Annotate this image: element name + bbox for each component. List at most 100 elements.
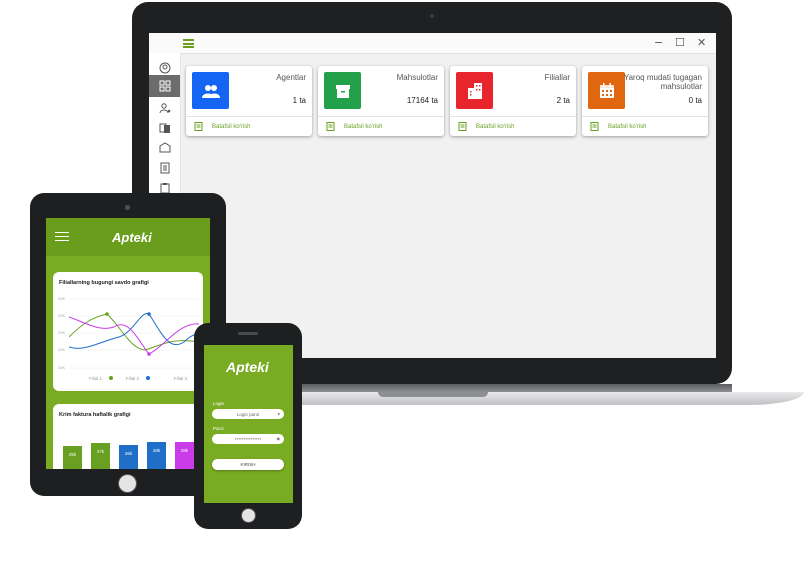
sidebar-item-agents[interactable] [149, 97, 180, 119]
line-chart-card: Filiallarning bugungi savdo grafigi 20K … [53, 272, 203, 391]
tablet-camera [125, 205, 130, 210]
brand-logo: Apteki [226, 359, 269, 375]
tablet-header: Apteki [46, 218, 210, 256]
password-label: Parol [213, 426, 224, 431]
dashboard-icon [159, 80, 170, 92]
card-agents[interactable]: Agentlar 1 ta Batafsil ko'rish [186, 66, 312, 136]
phone-home-button [241, 508, 256, 523]
sidebar-item-dashboard[interactable] [149, 75, 180, 97]
card-title: Agentlar [276, 73, 306, 82]
card-value: 1 ta [292, 96, 306, 105]
point-filial-3 [147, 352, 151, 356]
bar-label: 28k [180, 448, 189, 453]
menu-icon[interactable] [55, 232, 69, 241]
bar: 28k [147, 442, 166, 469]
tablet-home-button [118, 474, 137, 493]
card-value: 0 ta [688, 96, 702, 105]
users-icon [201, 84, 220, 98]
password-value: *************** [234, 436, 262, 442]
details-link[interactable]: Batafsil ko'rish [212, 124, 251, 130]
y-tick: 20K [58, 330, 66, 335]
bar-chart-plot: 25k 27k 26k 28k 28k [63, 424, 203, 469]
details-icon [194, 122, 203, 131]
card-value: 17164 ta [406, 96, 438, 105]
legend-filial-1: Filial 1 [89, 376, 103, 381]
card-title: Filiallar [544, 73, 570, 82]
maximize-button[interactable]: ☐ [675, 36, 685, 49]
card-icon-box [192, 72, 229, 109]
user-settings-icon [159, 103, 170, 114]
y-tick: 20K [58, 365, 66, 370]
card-footer[interactable]: Batafsil ko'rish [186, 116, 312, 137]
login-label: Login [213, 401, 225, 406]
bar-chart-card: Krim faktura haftalik grafigi 25k 27k 26k 2… [53, 404, 203, 469]
login-button[interactable]: KIRISH [212, 459, 284, 470]
bar: 26k [119, 445, 138, 469]
card-title: Yaroq mudati tugagan mahsulotlar [623, 73, 702, 91]
details-link[interactable]: Batafsil ko'rish [344, 124, 383, 130]
user-icon: ● [277, 411, 280, 416]
laptop-screen: − ☐ ✕ Agentlar 1 ta Batafsil ko'rish Mah… [149, 33, 716, 358]
details-link[interactable]: Batafsil ko'rish [476, 124, 515, 130]
box-icon [335, 84, 350, 98]
minimize-button[interactable]: − [654, 36, 663, 49]
series-filial-2 [69, 313, 199, 349]
bar-chart-title: Krim faktura haftalik grafigi [59, 412, 131, 418]
brand-logo: Apteki [112, 230, 152, 245]
tablet-screen: Apteki Filiallarning bugungi savdo grafi… [46, 218, 210, 469]
card-footer[interactable]: Batafsil ko'rish [318, 116, 444, 137]
document-icon [160, 162, 169, 174]
details-icon [458, 122, 467, 131]
bar: 27k [91, 443, 110, 469]
y-tick: 20K [58, 313, 66, 318]
sidebar-item-stock[interactable] [149, 137, 180, 159]
line-chart-title: Filiallarning bugungi savdo grafigi [59, 280, 149, 286]
card-title: Mahsulotlar [396, 73, 438, 82]
legend-dot [146, 376, 150, 380]
eye-icon: ◉ [276, 436, 281, 441]
login-input[interactable]: Login parol ● [212, 409, 284, 419]
close-button[interactable]: ✕ [697, 36, 706, 49]
card-branches[interactable]: Filiallar 2 ta Batafsil ko'rish [450, 66, 576, 136]
card-value: 2 ta [556, 96, 570, 105]
card-expired[interactable]: Yaroq mudati tugagan mahsulotlar 0 ta Ba… [582, 66, 708, 136]
menu-icon[interactable] [183, 39, 194, 48]
card-footer[interactable]: Batafsil ko'rish [450, 116, 576, 137]
bar-label: 25k [68, 452, 77, 457]
series-filial-3 [69, 316, 199, 355]
legend-filial-3: Filial 3 [174, 376, 188, 381]
app-topbar: − ☐ ✕ [149, 33, 716, 54]
details-icon [326, 122, 335, 131]
bar: 28k [175, 442, 194, 469]
card-products[interactable]: Mahsulotlar 17164 ta Batafsil ko'rish [318, 66, 444, 136]
details-icon [590, 122, 599, 131]
laptop-notch [378, 392, 488, 397]
building-icon [467, 82, 482, 99]
legend-filial-2: Filial 2 [126, 376, 140, 381]
details-link[interactable]: Batafsil ko'rish [608, 124, 647, 130]
card-icon-box [588, 72, 625, 109]
password-input[interactable]: *************** ◉ [212, 434, 284, 444]
legend-dot [109, 376, 113, 380]
user-circle-icon [159, 62, 170, 74]
bar: 25k [63, 446, 82, 469]
phone-speaker [238, 332, 258, 335]
calendar-icon [599, 82, 614, 98]
copy-icon [159, 123, 170, 133]
bar-label: 28k [152, 448, 161, 453]
box-icon [159, 142, 170, 153]
sidebar-item-products[interactable] [149, 117, 180, 139]
point-filial-1 [105, 312, 109, 316]
card-footer[interactable]: Batafsil ko'rish [582, 116, 708, 137]
laptop-camera [430, 14, 434, 18]
y-tick: 20K [58, 347, 66, 352]
sidebar-item-reports[interactable] [149, 157, 180, 179]
card-icon-box [456, 72, 493, 109]
point-filial-2 [147, 312, 151, 316]
bar-label: 27k [96, 449, 105, 454]
bar-label: 26k [124, 451, 133, 456]
y-tick: 20K [58, 296, 66, 301]
phone-screen: Apteki Login Login parol ● Parol *******… [204, 345, 293, 503]
card-icon-box [324, 72, 361, 109]
login-value: Login parol [236, 411, 260, 417]
